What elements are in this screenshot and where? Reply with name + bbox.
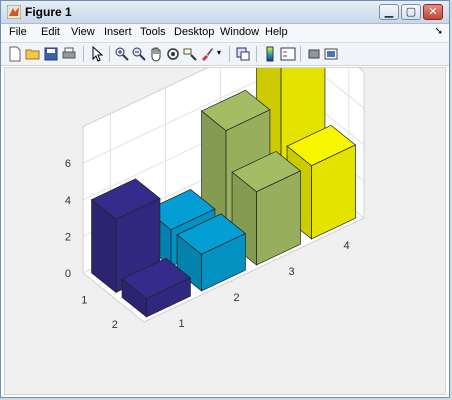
column-tick-label: 4 <box>343 240 349 252</box>
menu-window[interactable]: Window <box>220 26 259 38</box>
toolbar-separator <box>256 46 257 62</box>
close-button[interactable]: ✕ <box>423 4 443 20</box>
toolbar-separator <box>109 46 110 62</box>
maximize-icon: ▢ <box>405 6 417 18</box>
show-plot-tools-icon[interactable] <box>323 46 339 62</box>
z-tick-label: 6 <box>65 158 71 170</box>
toolbar-separator <box>300 46 301 62</box>
menu-bar: File Edit View Insert Tools Desktop Wind… <box>1 24 449 43</box>
data-cursor-icon[interactable] <box>182 46 198 62</box>
new-figure-icon[interactable] <box>7 46 23 62</box>
bar3-chart[interactable]: 0 2 4 6 1 2 1 2 3 4 <box>5 68 445 394</box>
minimize-icon: ▁ <box>384 6 394 18</box>
menu-view[interactable]: View <box>71 26 95 38</box>
save-icon[interactable] <box>43 46 59 62</box>
window-title: Figure 1 <box>25 5 72 19</box>
pointer-icon[interactable] <box>89 46 105 62</box>
column-tick-label: 2 <box>233 292 239 304</box>
toolbar-separator <box>229 46 230 62</box>
maximize-button[interactable]: ▢ <box>401 4 421 20</box>
z-tick-label: 4 <box>65 195 71 207</box>
open-file-icon[interactable] <box>25 46 41 62</box>
z-tick-label: 0 <box>65 268 71 280</box>
minimize-button[interactable]: ▁ <box>379 4 399 20</box>
zoom-out-icon[interactable] <box>131 46 147 62</box>
title-bar: Figure 1 ▁ ▢ ✕ <box>1 1 449 24</box>
menu-edit[interactable]: Edit <box>41 26 60 38</box>
row-tick-label: 2 <box>112 319 118 331</box>
figure-canvas[interactable]: 0 2 4 6 1 2 1 2 3 4 <box>4 67 446 395</box>
menu-file[interactable]: File <box>9 26 27 38</box>
rotate-3d-icon[interactable] <box>165 46 181 62</box>
menu-overflow-icon[interactable]: ➘ <box>435 26 443 37</box>
figure-window: Figure 1 ▁ ▢ ✕ File Edit View Insert Too… <box>0 0 450 398</box>
brush-dropdown-icon[interactable]: ▾ <box>217 48 221 57</box>
zoom-in-icon[interactable] <box>114 46 130 62</box>
toolbar-separator <box>83 46 84 62</box>
matlab-logo-icon <box>7 5 21 19</box>
z-tick-label: 2 <box>65 231 71 243</box>
menu-insert[interactable]: Insert <box>104 26 132 38</box>
menu-desktop[interactable]: Desktop <box>174 26 214 38</box>
column-tick-label: 1 <box>178 318 184 330</box>
figure-toolbar: ▾ <box>1 43 449 66</box>
print-icon[interactable] <box>61 46 77 62</box>
close-icon: ✕ <box>428 6 438 18</box>
hide-plot-tools-icon[interactable] <box>306 46 322 62</box>
menu-help[interactable]: Help <box>265 26 288 38</box>
brush-icon[interactable] <box>199 46 215 62</box>
pan-icon[interactable] <box>148 46 164 62</box>
row-tick-label: 1 <box>81 294 87 306</box>
colorbar-icon[interactable] <box>262 46 278 62</box>
menu-tools[interactable]: Tools <box>140 26 166 38</box>
link-plot-icon[interactable] <box>235 46 251 62</box>
legend-icon[interactable] <box>280 46 296 62</box>
column-tick-label: 3 <box>288 266 294 278</box>
